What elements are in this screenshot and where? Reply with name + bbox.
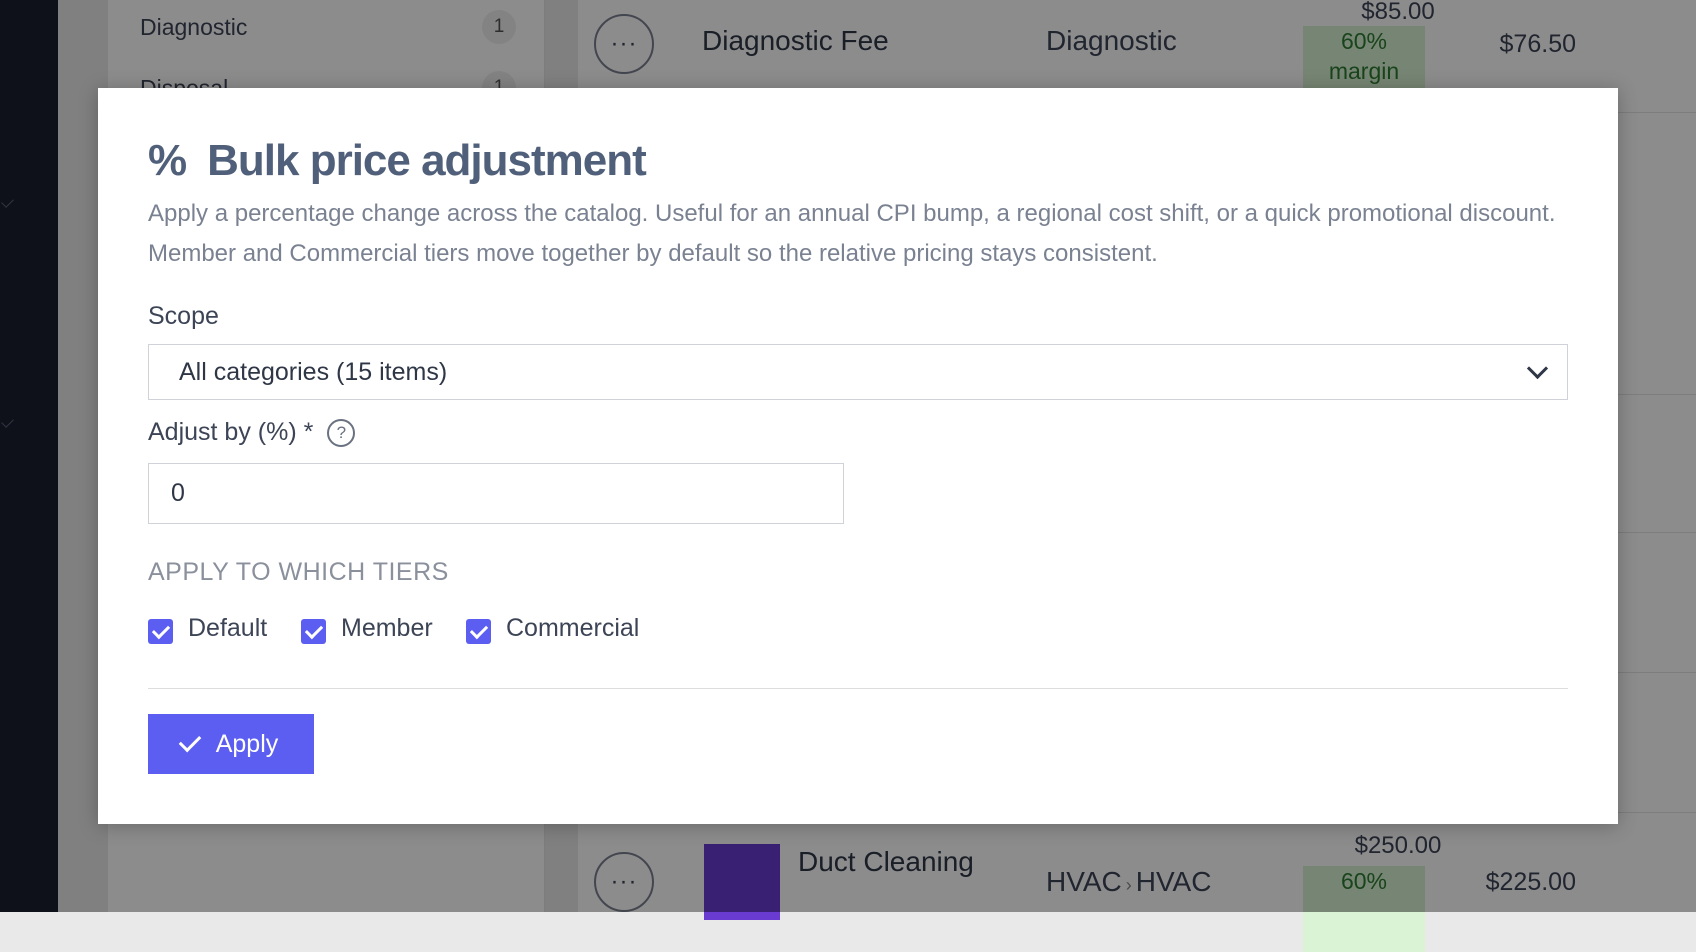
adjust-label-text: Adjust by (%) * [148, 418, 314, 446]
bulk-price-adjustment-modal: % Bulk price adjustment Apply a percenta… [98, 88, 1618, 824]
tier-checkbox-default[interactable]: Default [148, 614, 268, 644]
modal-description: Apply a percentage change across the cat… [148, 200, 1556, 267]
modal-title: % Bulk price adjustment [148, 136, 647, 186]
scope-select[interactable]: All categories (15 items) [148, 344, 1568, 400]
tier-checkbox-member[interactable]: Member [301, 614, 433, 644]
tier-label: Default [188, 614, 268, 642]
page-title: Bulk price adjustment [207, 136, 647, 185]
scope-label: Scope [148, 302, 219, 330]
checkbox-checked-icon[interactable] [148, 619, 173, 644]
apply-button-label: Apply [215, 729, 279, 758]
checkbox-checked-icon[interactable] [466, 619, 491, 644]
checkbox-checked-icon[interactable] [301, 619, 326, 644]
scope-selected-value: All categories (15 items) [179, 357, 448, 386]
adjust-label: Adjust by (%) * ? [148, 418, 356, 447]
tiers-heading: APPLY TO WHICH TIERS [148, 558, 449, 586]
apply-button[interactable]: Apply [148, 714, 314, 774]
check-icon [178, 729, 202, 753]
help-icon[interactable]: ? [327, 418, 356, 447]
tier-checkbox-commercial[interactable]: Commercial [466, 614, 640, 644]
tier-label: Commercial [506, 614, 640, 642]
modal-divider [148, 688, 1568, 689]
tier-label: Member [341, 614, 433, 642]
percent-icon: % [148, 136, 188, 185]
chevron-down-icon [1526, 357, 1549, 380]
adjust-percent-input[interactable] [148, 463, 844, 524]
